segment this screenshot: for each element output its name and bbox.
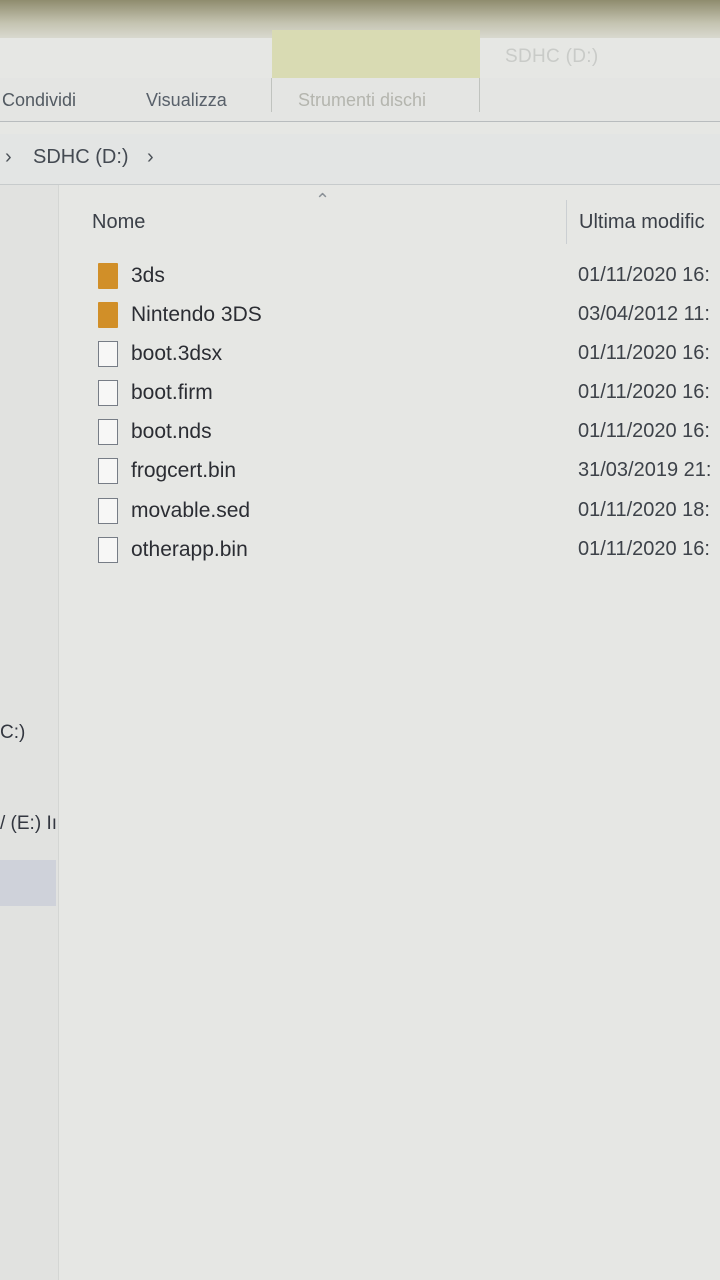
- file-date: 01/11/2020 16:: [578, 381, 710, 403]
- file-date: 01/11/2020 16:: [578, 264, 710, 286]
- file-name: otherapp.bin: [131, 538, 248, 561]
- tab-share[interactable]: Condividi: [2, 90, 76, 111]
- file-name: Nintendo 3DS: [131, 303, 262, 326]
- file-icon: [98, 458, 118, 484]
- file-date: 01/11/2020 18:: [578, 499, 710, 521]
- tab-disk-tools[interactable]: Strumenti dischi: [298, 90, 426, 111]
- file-row[interactable]: boot.nds 01/11/2020 16:: [88, 415, 720, 451]
- file-icon: [98, 380, 118, 406]
- ribbon-divider: [0, 121, 720, 122]
- file-icon: [98, 537, 118, 563]
- breadcrumb-chevron-icon[interactable]: ›: [5, 146, 12, 169]
- file-row[interactable]: boot.3dsx 01/11/2020 16:: [88, 337, 720, 373]
- file-date: 01/11/2020 16:: [578, 420, 710, 442]
- file-date: 31/03/2019 21:: [578, 459, 712, 481]
- column-divider[interactable]: [566, 200, 567, 244]
- column-header-modified[interactable]: Ultima modific: [579, 211, 705, 234]
- file-row[interactable]: movable.sed 01/11/2020 18:: [88, 494, 720, 530]
- breadcrumb-chevron-icon[interactable]: ›: [147, 146, 154, 169]
- file-name: boot.firm: [131, 381, 213, 404]
- file-name: boot.nds: [131, 420, 212, 443]
- file-icon: [98, 419, 118, 445]
- file-row[interactable]: boot.firm 01/11/2020 16:: [88, 376, 720, 412]
- file-date: 01/11/2020 16:: [578, 538, 710, 560]
- file-icon: [98, 341, 118, 367]
- tab-divider: [479, 78, 480, 112]
- file-name: boot.3dsx: [131, 342, 223, 365]
- nav-item-selected[interactable]: [0, 860, 56, 906]
- file-date: 01/11/2020 16:: [578, 342, 710, 364]
- file-row[interactable]: otherapp.bin 01/11/2020 16:: [88, 533, 720, 569]
- nav-item-drive-c[interactable]: C:): [0, 722, 25, 744]
- tab-divider: [271, 78, 272, 112]
- file-date: 03/04/2012 11:: [578, 303, 710, 325]
- tab-view[interactable]: Visualizza: [146, 90, 227, 111]
- column-header-name[interactable]: Nome: [92, 211, 145, 234]
- file-row[interactable]: Nintendo 3DS 03/04/2012 11:: [88, 298, 720, 334]
- breadcrumb-location[interactable]: SDHC (D:): [33, 146, 129, 169]
- sort-ascending-icon: ⌃: [315, 190, 331, 210]
- file-name: frogcert.bin: [131, 459, 237, 482]
- file-row[interactable]: frogcert.bin 31/03/2019 21:: [88, 454, 720, 490]
- folder-icon: [98, 302, 118, 328]
- file-row[interactable]: 3ds 01/11/2020 16:: [88, 259, 720, 295]
- nav-item-drive-e[interactable]: / (E:) Iı: [0, 813, 57, 835]
- file-icon: [98, 498, 118, 524]
- folder-icon: [98, 263, 118, 289]
- file-name: 3ds: [131, 264, 165, 287]
- contextual-tab-highlight: [272, 30, 480, 78]
- file-name: movable.sed: [131, 499, 251, 522]
- window-title: SDHC (D:): [505, 46, 599, 67]
